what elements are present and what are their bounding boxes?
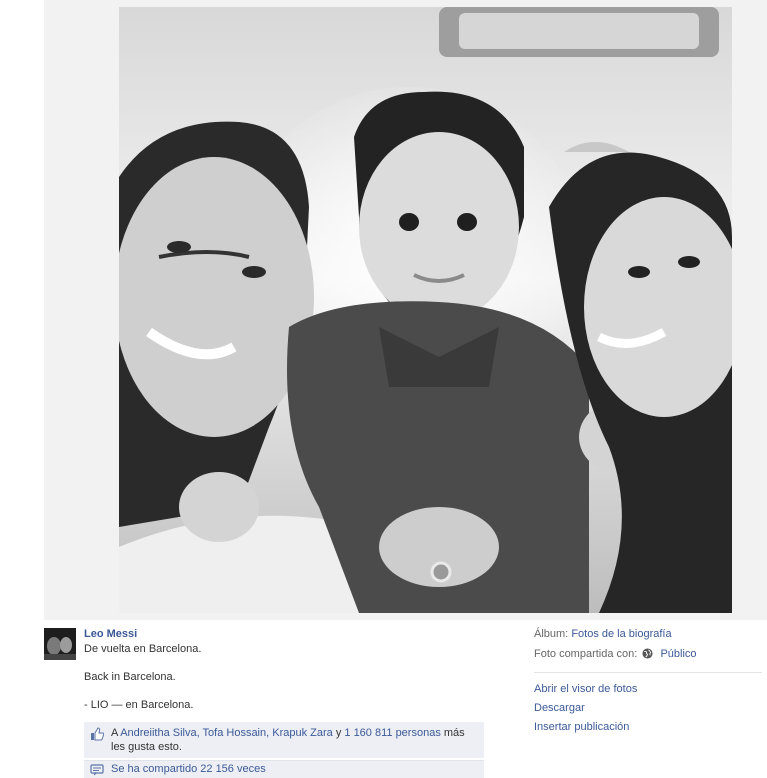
audience-selector[interactable]: Público	[660, 648, 696, 660]
photo-stage	[44, 0, 767, 620]
globe-icon	[642, 648, 653, 659]
likes-names-link[interactable]: Andreiitha Silva, Tofa Hossain, Krapuk Z…	[120, 727, 333, 739]
photo-image	[119, 7, 732, 613]
post-caption-line-3: - LIO — en Barcelona.	[84, 699, 194, 711]
author-name-link[interactable]: Leo Messi	[84, 628, 137, 640]
open-photo-viewer-link[interactable]: Abrir el visor de fotos	[534, 683, 637, 695]
likes-connector: y	[332, 727, 345, 739]
album-label: Álbum:	[534, 628, 569, 640]
post-caption-line-2: Back in Barcelona.	[84, 671, 176, 683]
embed-post-link[interactable]: Insertar publicación	[534, 721, 629, 733]
download-link[interactable]: Descargar	[534, 702, 585, 714]
share-icon	[90, 764, 104, 776]
album-link[interactable]: Fotos de la biografía	[571, 628, 671, 640]
audience-row: Foto compartida con: Público	[534, 648, 762, 660]
shares-link[interactable]: Se ha compartido 22 156 veces	[84, 760, 484, 778]
shares-label: Se ha compartido 22 156 veces	[111, 763, 266, 775]
sidebar-divider	[534, 672, 762, 673]
author-avatar[interactable]	[44, 628, 76, 660]
album-row: Álbum: Fotos de la biografía	[534, 628, 762, 640]
likes-prefix: A	[111, 727, 121, 739]
main-photo[interactable]	[119, 7, 732, 613]
likes-summary: A Andreiitha Silva, Tofa Hossain, Krapuk…	[84, 722, 484, 758]
post-caption-line-1: De vuelta en Barcelona.	[84, 643, 202, 655]
shared-with-label: Foto compartida con:	[534, 648, 638, 660]
likes-others-link[interactable]: 1 160 811 personas	[344, 727, 440, 739]
thumbs-up-icon[interactable]	[90, 727, 104, 741]
